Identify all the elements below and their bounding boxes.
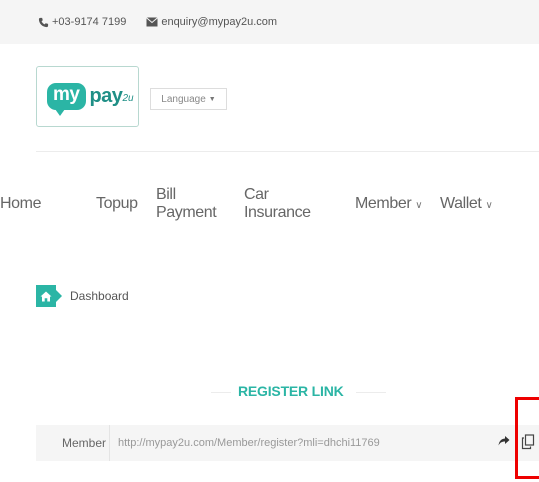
header-divider <box>36 151 539 152</box>
register-link-title: REGISTER LINK <box>238 383 344 399</box>
nav-topup[interactable]: Topup <box>96 195 138 213</box>
breadcrumb-dashboard[interactable]: Dashboard <box>70 289 129 303</box>
nav-bill-payment[interactable]: Bill Payment <box>156 186 217 222</box>
logo-wordmark: pay <box>89 85 123 107</box>
register-link-prefix: Member <box>62 436 107 450</box>
register-link-heading: REGISTER LINK <box>0 383 539 401</box>
breadcrumb: Dashboard <box>36 285 129 307</box>
logo-bubble: my <box>47 83 87 116</box>
chevron-down-icon: ∨ <box>485 199 493 211</box>
heading-rule-left <box>211 392 231 393</box>
chevron-down-icon: ∨ <box>415 199 423 211</box>
field-separator <box>109 425 110 461</box>
nav-label: Home <box>0 195 42 212</box>
nav-label: Wallet <box>440 195 482 212</box>
home-icon[interactable] <box>36 285 62 307</box>
nav-label: Topup <box>96 195 138 212</box>
logo-suffix: 2u <box>122 93 134 104</box>
email-contact[interactable]: enquiry@mypay2u.com <box>146 16 277 28</box>
email-address: enquiry@mypay2u.com <box>161 16 278 28</box>
nav-label: Member <box>355 195 412 212</box>
share-icon[interactable] <box>497 435 510 454</box>
language-label: Language <box>161 93 206 105</box>
envelope-icon <box>146 17 159 27</box>
highlight-box <box>515 397 539 479</box>
nav-home[interactable]: Home <box>0 195 41 213</box>
language-dropdown[interactable]: Language ▼ <box>150 88 227 110</box>
nav-label: Bill Payment <box>156 186 217 221</box>
caret-down-icon: ▼ <box>208 95 216 103</box>
nav-car-insurance[interactable]: Car Insurance <box>244 186 311 222</box>
mypay2u-logo[interactable]: my pay 2u <box>36 66 139 127</box>
phone-contact[interactable]: +03-9174 7199 <box>38 16 126 28</box>
nav-member[interactable]: Member ∨ <box>355 195 423 213</box>
heading-rule-right <box>356 392 386 393</box>
register-link-url[interactable]: http://mypay2u.com/Member/register?mli=d… <box>118 437 380 449</box>
phone-number: +03-9174 7199 <box>52 16 127 28</box>
top-contact-bar: +03-9174 7199 enquiry@mypay2u.com <box>0 0 539 44</box>
phone-icon <box>38 17 49 28</box>
nav-label: Car Insurance <box>244 186 311 221</box>
nav-wallet[interactable]: Wallet ∨ <box>440 195 493 213</box>
register-link-field: Member http://mypay2u.com/Member/registe… <box>36 425 539 461</box>
